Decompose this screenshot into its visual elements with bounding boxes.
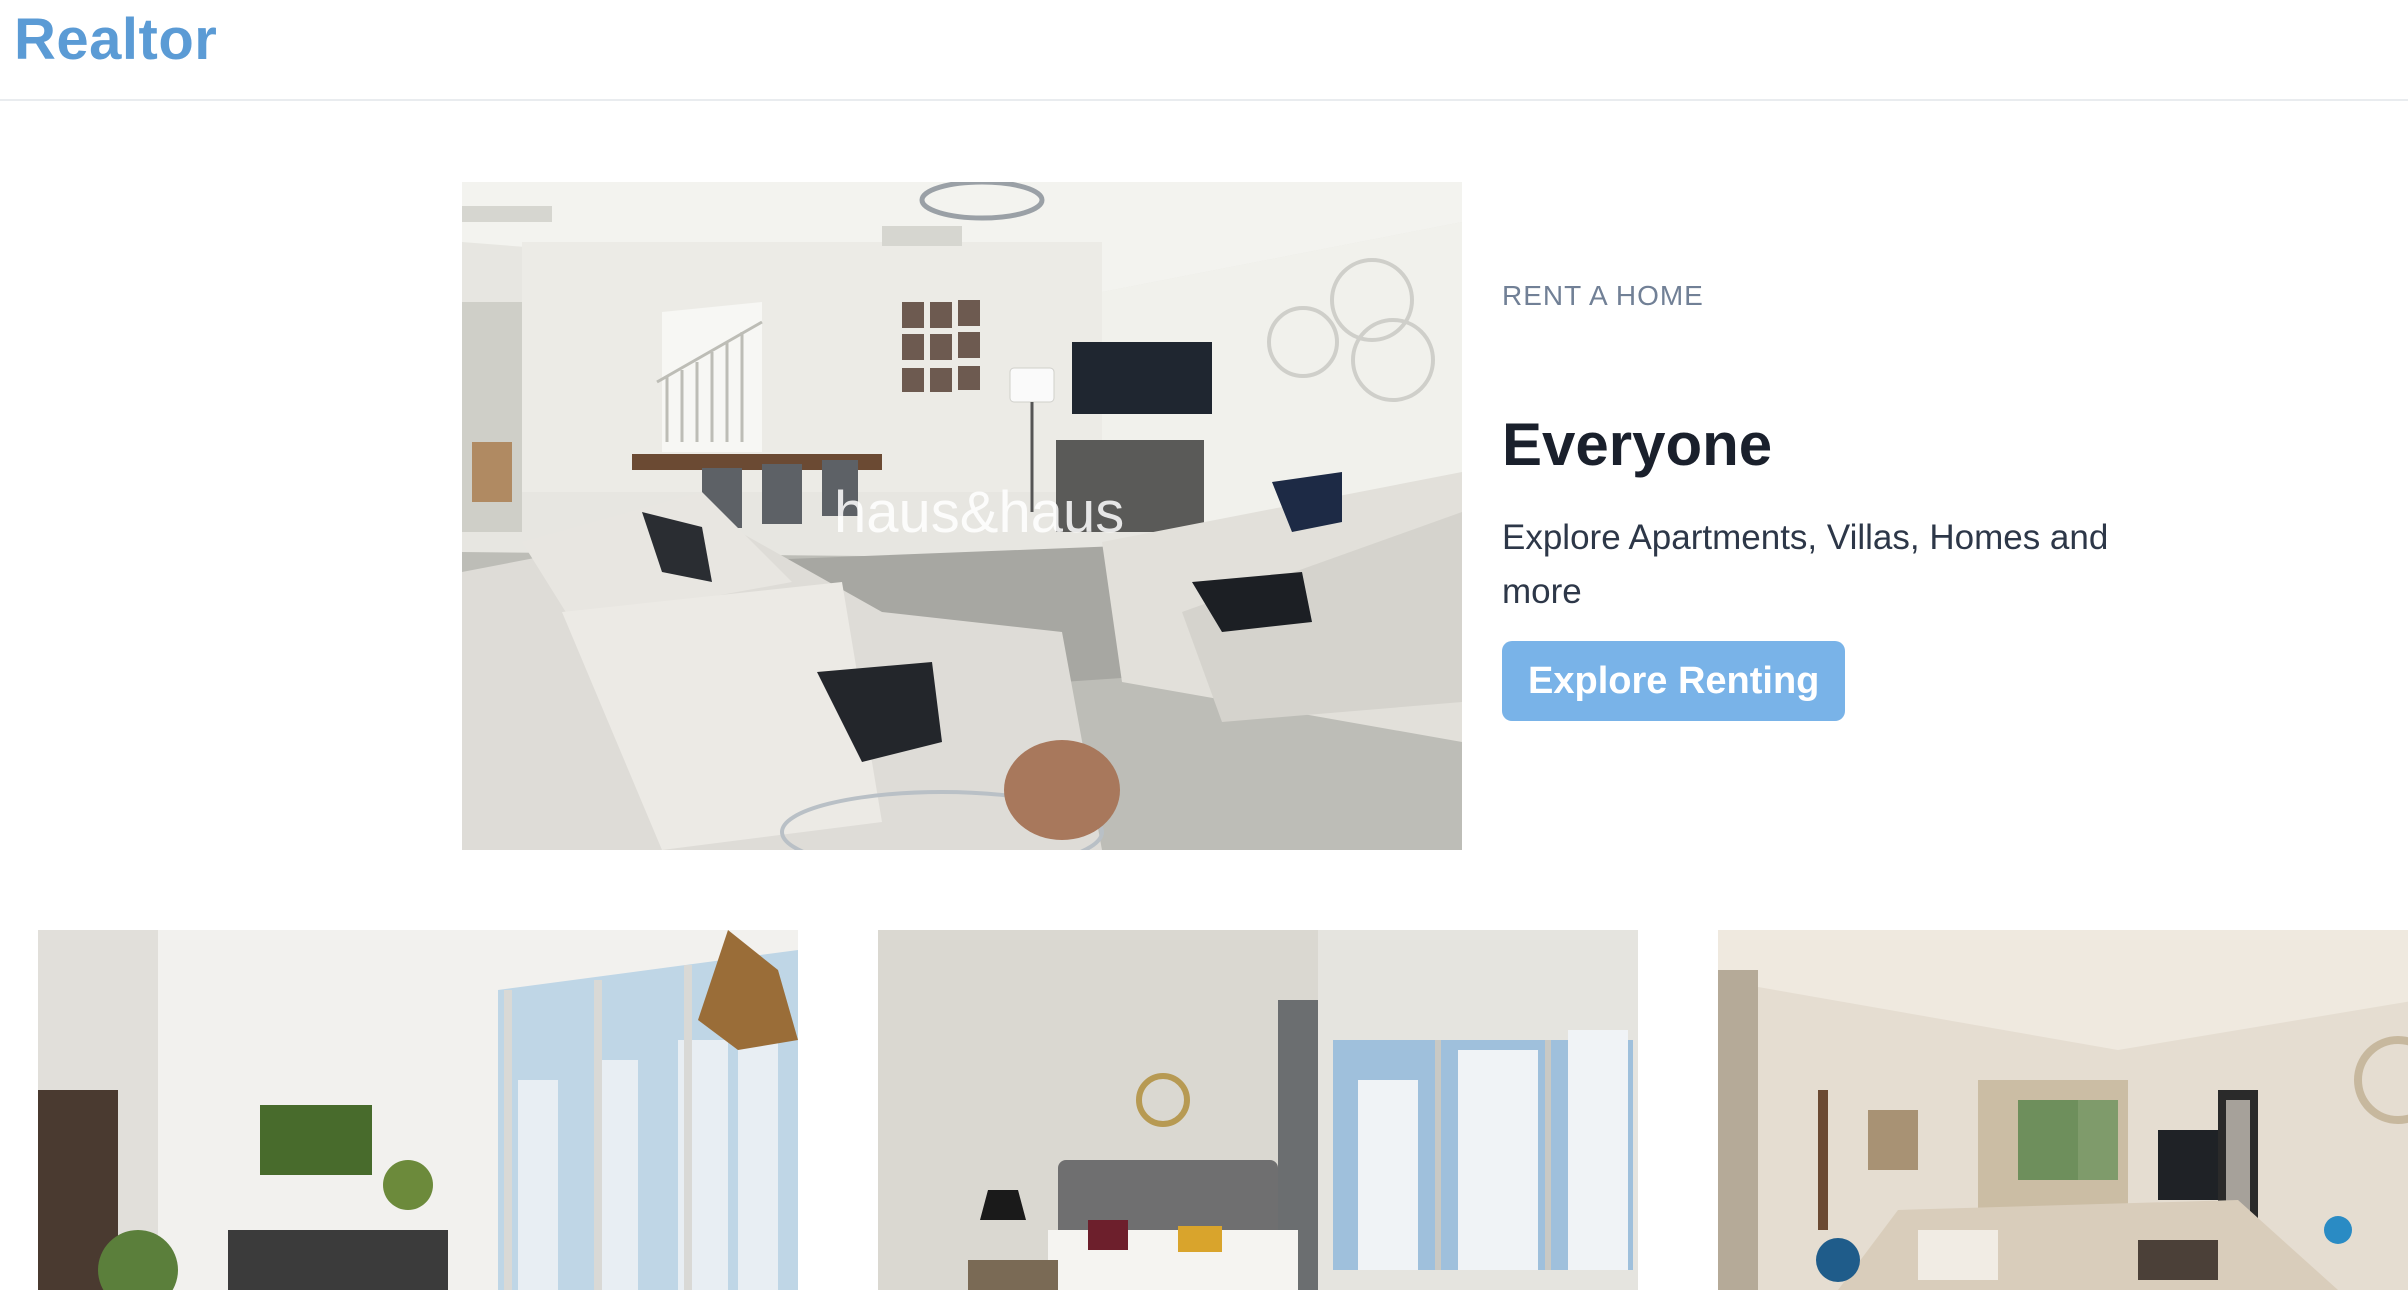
listing-card-image[interactable] — [878, 930, 1638, 1290]
hero-eyebrow: RENT A HOME — [1502, 280, 1704, 311]
listing-card-image[interactable] — [38, 930, 798, 1290]
hero-image: haus&haus — [462, 182, 1462, 850]
listing-card-image[interactable] — [1718, 930, 2408, 1290]
hero-subtext: Explore Apartments, Villas, Homes and mo… — [1502, 518, 2109, 611]
brand-logo-link[interactable]: Realtor — [14, 6, 217, 73]
explore-renting-button[interactable]: Explore Renting — [1502, 641, 1846, 721]
hero-heading: Everyone — [1502, 411, 1773, 478]
hero-watermark: haus&haus — [834, 480, 1124, 545]
hero-copy: RENT A HOME Everyone Explore Apartments,… — [1502, 280, 2122, 721]
top-navbar: Realtor — [0, 0, 2408, 101]
